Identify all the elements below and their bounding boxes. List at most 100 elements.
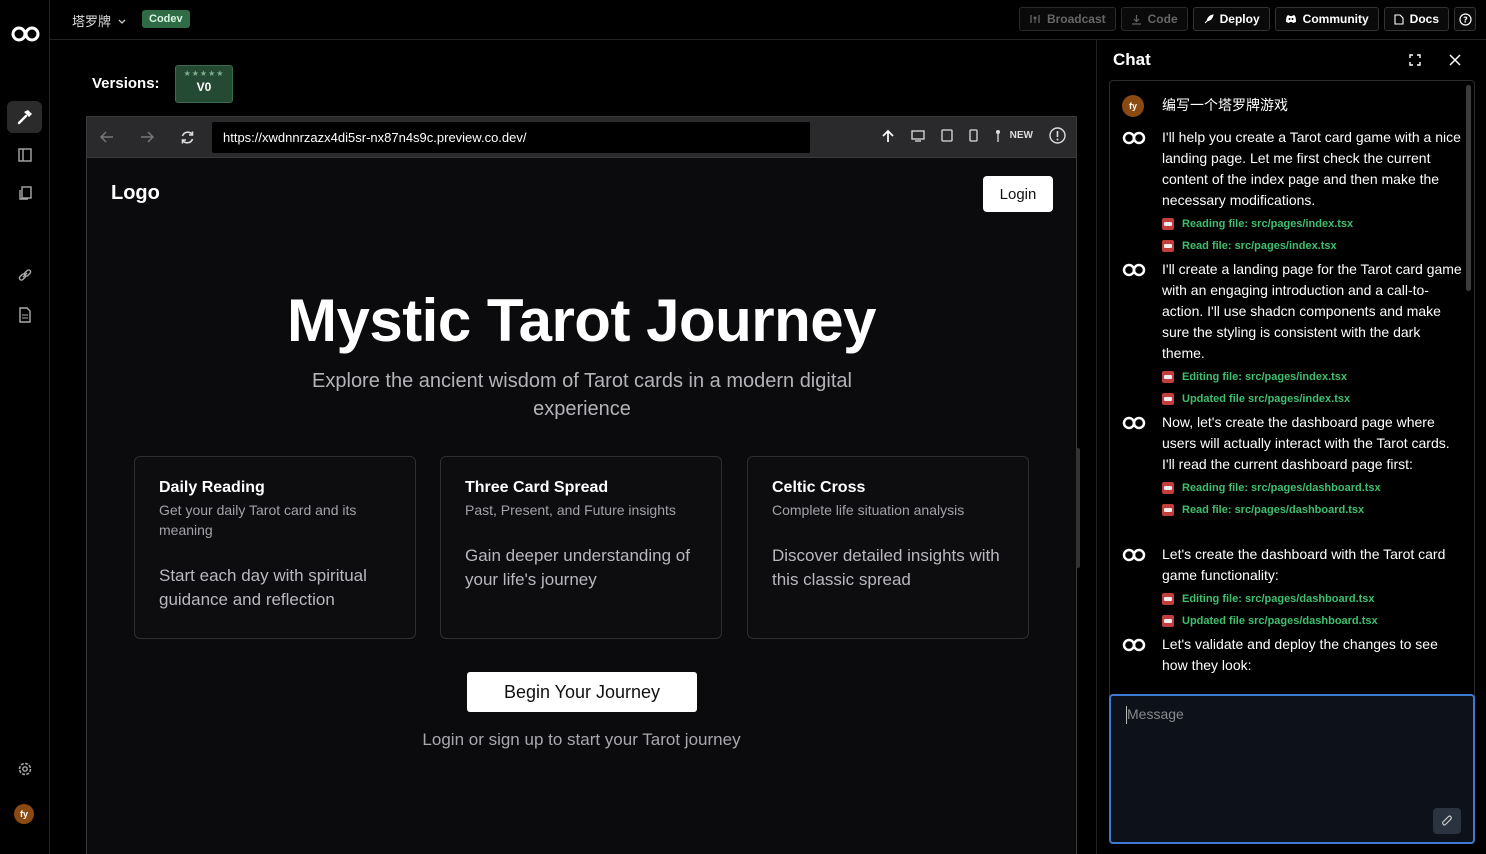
assistant-message: I'll create a landing page for the Tarot…	[1122, 259, 1462, 408]
reload-button[interactable]	[177, 127, 197, 147]
deploy-button[interactable]: Deploy	[1192, 7, 1270, 31]
chevron-down-icon	[118, 19, 126, 24]
browser-toolbar: https://xwdnnrzazx4di5sr-nx87n4s9c.previ…	[87, 117, 1076, 158]
link-icon	[18, 269, 31, 281]
new-inspect-button[interactable]: NEW	[994, 129, 1033, 143]
panel-icon	[17, 148, 32, 162]
new-tag: NEW	[1009, 130, 1033, 141]
settings-button[interactable]	[7, 753, 42, 785]
panel-resize-handle[interactable]	[1076, 448, 1080, 568]
codev-logo-icon	[1122, 416, 1146, 430]
attach-button[interactable]	[1433, 808, 1461, 834]
code-label: Code	[1147, 12, 1178, 26]
user-avatar[interactable]: fy	[14, 804, 34, 824]
tool-call-label: Read file: src/pages/index.tsx	[1182, 240, 1337, 252]
message-text: Let's validate and deploy the changes to…	[1162, 636, 1438, 673]
tool-icon	[1162, 393, 1174, 405]
message-scrollbar[interactable]	[1466, 85, 1471, 291]
project-name: 塔罗牌	[72, 14, 112, 29]
forward-button[interactable]	[137, 127, 157, 147]
arrow-left-icon	[100, 131, 113, 143]
back-button[interactable]	[97, 127, 117, 147]
message-text: I'll create a landing page for the Tarot…	[1162, 261, 1462, 361]
assistant-message: Let's create the dashboard with the Taro…	[1122, 544, 1462, 630]
file-icon	[1394, 13, 1404, 25]
community-button[interactable]: Community	[1274, 7, 1379, 31]
document-icon	[18, 307, 31, 323]
tool-call-label: Read file: src/pages/dashboard.tsx	[1182, 504, 1365, 516]
broadcast-button[interactable]: Broadcast	[1018, 7, 1116, 31]
left-rail: fy	[0, 0, 50, 854]
chat-title: Chat	[1113, 50, 1151, 69]
message-text: Let's create the dashboard with the Taro…	[1162, 546, 1446, 583]
card-body: Discover detailed insights with this cla…	[772, 546, 1000, 589]
card-daily-reading[interactable]: Daily Reading Get your daily Tarot card …	[134, 456, 416, 639]
desktop-icon[interactable]	[911, 129, 925, 142]
assistant-message: Now, let's create the dashboard page whe…	[1122, 412, 1462, 519]
build-tool-button[interactable]	[7, 101, 42, 133]
docs-button[interactable]: Docs	[1383, 7, 1449, 31]
gear-icon	[18, 762, 31, 776]
tool-call-row[interactable]: Editing file: src/pages/index.tsx	[1162, 368, 1462, 386]
card-body: Start each day with spiritual guidance a…	[159, 566, 367, 609]
codev-logo-icon	[1122, 131, 1146, 145]
info-icon[interactable]	[1049, 127, 1066, 144]
tool-icon	[1162, 593, 1174, 605]
card-celtic-cross[interactable]: Celtic Cross Complete life situation ana…	[747, 456, 1029, 639]
version-label: V0	[196, 80, 212, 94]
upload-icon[interactable]	[881, 129, 895, 143]
browser-actions: NEW	[881, 127, 1066, 144]
tool-icon	[1162, 240, 1174, 252]
close-icon	[1449, 54, 1461, 66]
message-placeholder: Message	[1127, 706, 1184, 722]
pin-icon	[995, 129, 1000, 142]
codev-logo-icon[interactable]	[11, 24, 40, 44]
tool-call-label: Editing file: src/pages/index.tsx	[1182, 371, 1348, 383]
tool-call-row[interactable]: Updated file src/pages/index.tsx	[1162, 390, 1462, 408]
community-label: Community	[1302, 12, 1369, 26]
tool-call-row[interactable]: Read file: src/pages/index.tsx	[1162, 237, 1462, 255]
message-list[interactable]: fy 编写一个塔罗牌游戏 I'll help you create a Taro…	[1109, 80, 1475, 722]
code-button[interactable]: Code	[1120, 7, 1188, 31]
version-chip-v0[interactable]: ★★★★★ V0	[175, 65, 233, 103]
url-field[interactable]: https://xwdnnrzazx4di5sr-nx87n4s9c.previ…	[212, 122, 810, 153]
env-badge: Codev	[142, 10, 190, 28]
login-button[interactable]: Login	[983, 176, 1053, 212]
card-subtitle: Complete life situation analysis	[772, 502, 965, 518]
expand-chat-button[interactable]	[1407, 52, 1423, 68]
card-three-card-spread[interactable]: Three Card Spread Past, Present, and Fut…	[440, 456, 722, 639]
codev-logo-icon	[1122, 638, 1146, 652]
links-button[interactable]	[7, 259, 42, 291]
broadcast-icon	[1030, 15, 1040, 23]
tool-icon	[1162, 482, 1174, 494]
tool-call-row[interactable]: Updated file src/pages/dashboard.tsx	[1162, 612, 1462, 630]
message-input[interactable]: Message	[1109, 694, 1475, 844]
codev-logo-icon	[1122, 548, 1146, 562]
layout-panel-button[interactable]	[7, 139, 42, 171]
begin-journey-button[interactable]: Begin Your Journey	[467, 672, 697, 712]
mobile-icon[interactable]	[969, 129, 978, 142]
user-avatar: fy	[1122, 95, 1144, 117]
site-preview: Logo Login Mystic Tarot Journey Explore …	[87, 158, 1076, 854]
toolbar-buttons: Broadcast Code Deploy Community Docs ?	[1018, 7, 1476, 31]
tool-icon	[1162, 615, 1174, 627]
fullscreen-icon	[1409, 54, 1421, 66]
docs-page-button[interactable]	[7, 299, 42, 331]
docs-label: Docs	[1409, 12, 1439, 26]
chat-panel: Chat fy 编写一个塔罗牌游戏 I'll help you create a…	[1096, 40, 1486, 854]
tool-call-row[interactable]: Reading file: src/pages/index.tsx	[1162, 215, 1462, 233]
tool-icon	[1162, 371, 1174, 383]
tool-call-label: Reading file: src/pages/index.tsx	[1182, 218, 1354, 230]
tool-icon	[1162, 504, 1174, 516]
help-button[interactable]: ?	[1454, 7, 1476, 31]
tool-call-row[interactable]: Reading file: src/pages/dashboard.tsx	[1162, 479, 1462, 497]
files-button[interactable]	[7, 177, 42, 209]
tablet-icon[interactable]	[941, 129, 953, 142]
tool-call-row[interactable]: Read file: src/pages/dashboard.tsx	[1162, 501, 1462, 519]
cta-note: Login or sign up to start your Tarot jou…	[422, 730, 741, 749]
tool-call-label: Updated file src/pages/dashboard.tsx	[1182, 615, 1378, 627]
tool-call-row[interactable]: Editing file: src/pages/dashboard.tsx	[1162, 590, 1462, 608]
close-chat-button[interactable]	[1447, 52, 1463, 68]
project-switcher[interactable]: 塔罗牌	[72, 11, 127, 30]
message-text: I'll help you create a Tarot card game w…	[1162, 129, 1461, 208]
